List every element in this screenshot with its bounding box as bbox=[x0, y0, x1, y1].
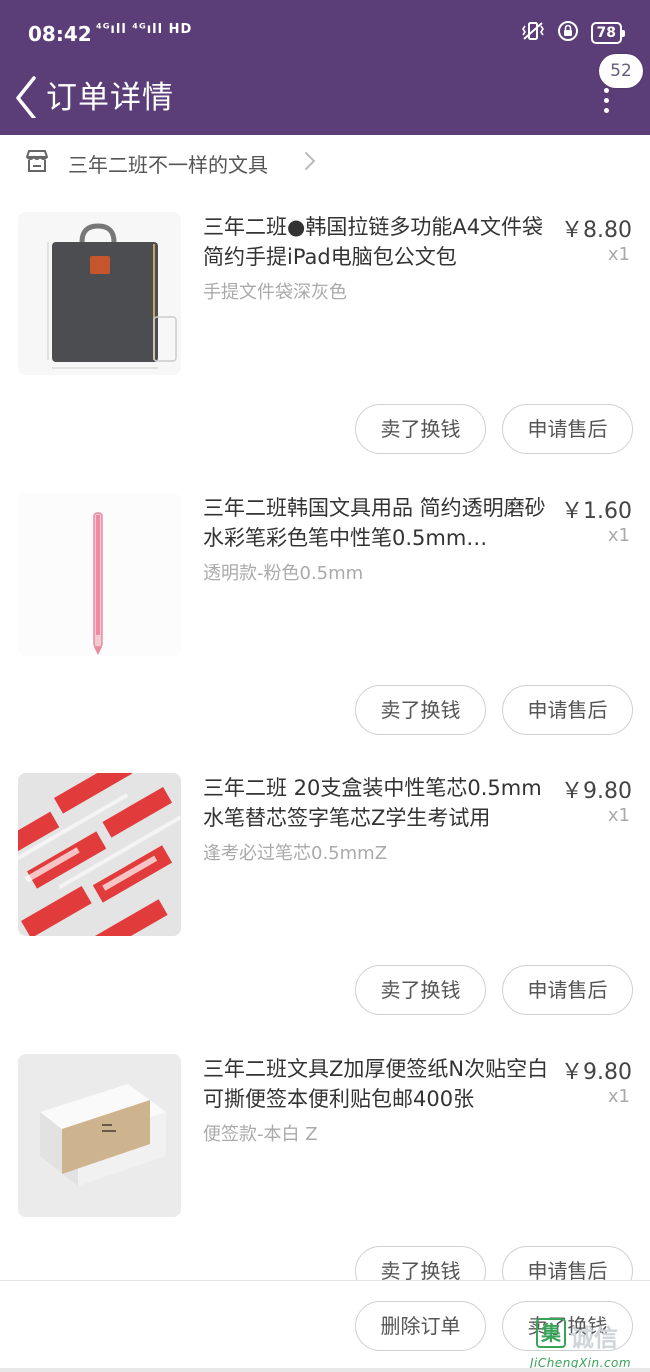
product-price: ￥1.60 bbox=[561, 499, 632, 524]
product-image-sticky-notes[interactable] bbox=[18, 1054, 181, 1217]
product-sku: 手提文件袋深灰色 bbox=[203, 282, 347, 303]
product-title[interactable]: 三年二班 20支盒装中性笔芯0.5mm水笔替芯签字笔芯Z学生考试用 bbox=[203, 773, 553, 833]
product-image-document-bag[interactable] bbox=[18, 212, 181, 375]
watermark-text: 诚信 bbox=[570, 1324, 618, 1352]
product-quantity: x1 bbox=[607, 525, 630, 546]
product-price: ￥8.80 bbox=[561, 218, 632, 243]
product-sku: 逢考必过笔芯0.5mmZ bbox=[203, 843, 388, 864]
more-vertical-icon[interactable] bbox=[600, 88, 612, 118]
product-quantity: x1 bbox=[607, 1086, 630, 1107]
request-aftersale-button[interactable]: 申请售后 bbox=[502, 965, 633, 1015]
product-quantity: x1 bbox=[607, 244, 630, 265]
home-indicator bbox=[0, 1368, 650, 1372]
product-title[interactable]: 三年二班文具Z加厚便签纸N次贴空白可撕便签本便利贴包邮400张 bbox=[203, 1054, 553, 1114]
delete-order-button[interactable]: 删除订单 bbox=[355, 1301, 486, 1351]
status-bar: 08:42 ⁴ᴳıll ⁴ᴳıll HD 78 bbox=[0, 0, 650, 66]
product-title[interactable]: 三年二班韩国文具用品 简约透明磨砂水彩笔彩色笔中性笔0.5mm… bbox=[203, 493, 553, 553]
chevron-right-icon bbox=[302, 149, 318, 173]
status-right-icons: 78 bbox=[521, 20, 626, 46]
product-price: ￥9.80 bbox=[561, 779, 632, 804]
shop-row[interactable]: 三年二班不一样的文具 bbox=[0, 135, 650, 189]
lock-rotation-icon bbox=[557, 20, 579, 46]
status-time: 08:42 bbox=[28, 22, 92, 46]
watermark-logo: 集 bbox=[536, 1318, 566, 1348]
vibrate-icon bbox=[521, 21, 545, 45]
product-image-pen-refills[interactable] bbox=[18, 773, 181, 936]
signal-indicators: ⁴ᴳıll ⁴ᴳıll HD bbox=[96, 22, 193, 37]
page-title: 订单详情 bbox=[46, 80, 174, 116]
request-aftersale-button[interactable]: 申请售后 bbox=[502, 404, 633, 454]
product-image-pink-pen[interactable] bbox=[18, 493, 181, 656]
order-item[interactable]: 三年二班 20支盒装中性笔芯0.5mm水笔替芯签字笔芯Z学生考试用 逢考必过笔芯… bbox=[0, 773, 650, 1053]
store-icon bbox=[24, 148, 50, 174]
sell-for-cash-button[interactable]: 卖了换钱 bbox=[355, 965, 486, 1015]
chevron-left-icon[interactable] bbox=[12, 74, 42, 120]
product-sku: 便签款-本白 Z bbox=[203, 1124, 318, 1145]
sell-for-cash-button[interactable]: 卖了换钱 bbox=[355, 685, 486, 735]
request-aftersale-button[interactable]: 申请售后 bbox=[502, 685, 633, 735]
product-price: ￥9.80 bbox=[561, 1060, 632, 1085]
order-item[interactable]: 三年二班韩国文具用品 简约透明磨砂水彩笔彩色笔中性笔0.5mm… 透明款-粉色0… bbox=[0, 493, 650, 773]
product-sku: 透明款-粉色0.5mm bbox=[203, 563, 364, 584]
message-count-badge[interactable]: 52 bbox=[599, 54, 643, 88]
product-title[interactable]: 三年二班●韩国拉链多功能A4文件袋 简约手提iPad电脑包公文包 bbox=[203, 212, 553, 272]
navigation-bar: 订单详情 52 bbox=[0, 54, 650, 135]
sell-for-cash-button[interactable]: 卖了换钱 bbox=[355, 404, 486, 454]
battery-indicator: 78 bbox=[590, 22, 626, 44]
shop-name: 三年二班不一样的文具 bbox=[68, 153, 268, 177]
order-item[interactable]: 三年二班●韩国拉链多功能A4文件袋 简约手提iPad电脑包公文包 手提文件袋深灰… bbox=[0, 212, 650, 492]
site-watermark: 集 诚信 JiChengXin.com bbox=[530, 1316, 650, 1372]
product-quantity: x1 bbox=[607, 805, 630, 826]
